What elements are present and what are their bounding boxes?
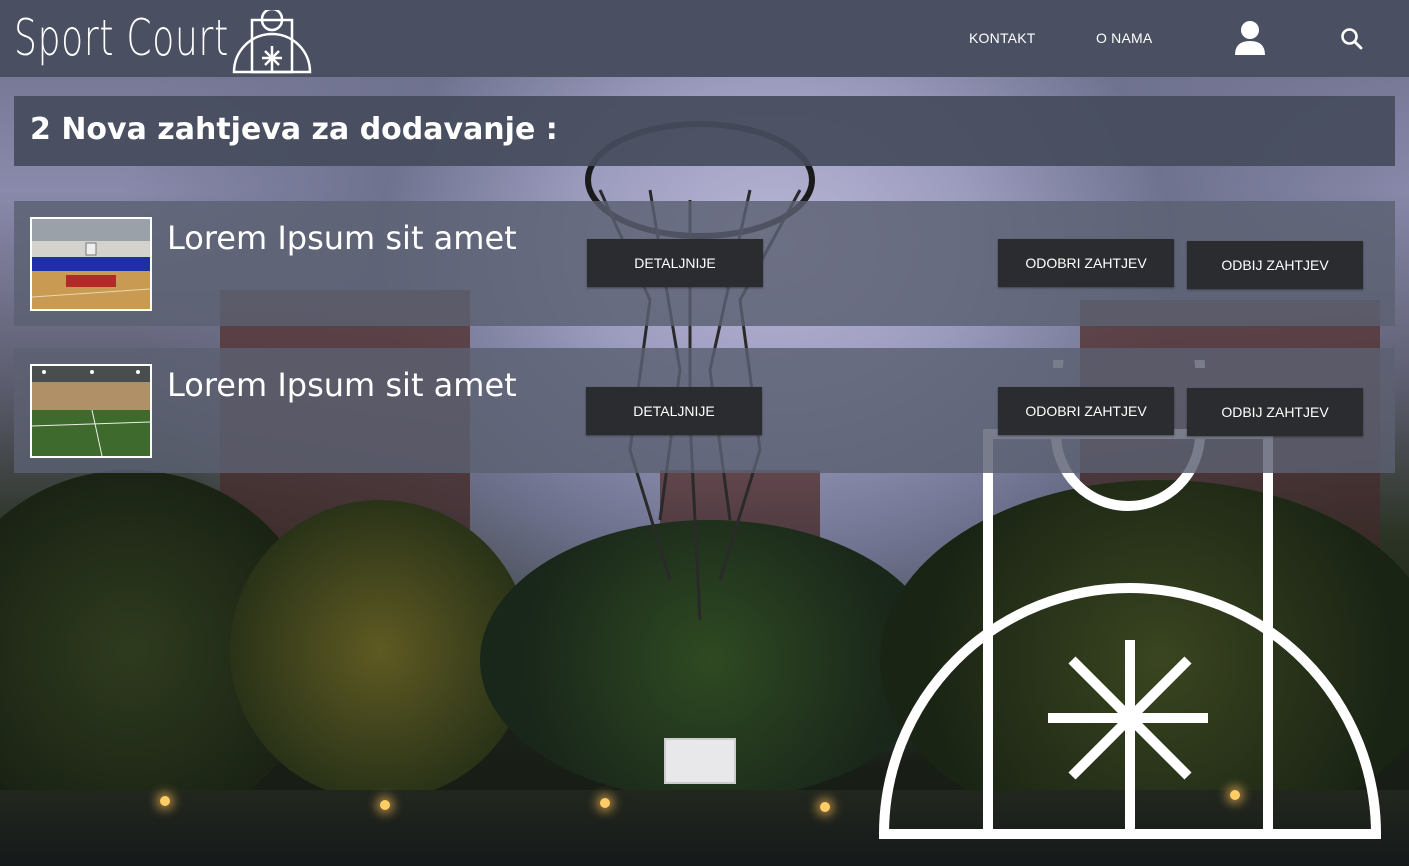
background-light (380, 800, 390, 810)
details-button[interactable]: DETALJNIJE (586, 387, 762, 435)
user-icon[interactable] (1234, 20, 1266, 56)
background-light (160, 796, 170, 806)
approve-request-button[interactable]: ODOBRI ZAHTJEV (998, 387, 1174, 435)
football-field-image (32, 366, 150, 456)
request-card: Lorem Ipsum sit amet DETALJNIJE ODOBRI Z… (14, 348, 1395, 473)
top-navbar: Sport Court KONTAKT O NAMA (0, 0, 1409, 77)
nav-link-o-nama[interactable]: O NAMA (1096, 30, 1152, 46)
reject-request-button[interactable]: ODBIJ ZAHTJEV (1187, 241, 1363, 289)
details-button[interactable]: DETALJNIJE (587, 239, 763, 287)
basketball-court-image (32, 219, 150, 309)
nav-link-kontakt[interactable]: KONTAKT (969, 30, 1035, 46)
approve-request-button[interactable]: ODOBRI ZAHTJEV (998, 239, 1174, 287)
reject-request-button[interactable]: ODBIJ ZAHTJEV (1187, 388, 1363, 436)
request-title: Lorem Ipsum sit amet (167, 366, 517, 404)
request-thumbnail (30, 217, 152, 311)
page-title: 2 Nova zahtjeva za dodavanje : (30, 112, 558, 147)
brand-name: Sport Court (14, 9, 229, 67)
background-backboard (664, 738, 736, 784)
brand-logo[interactable]: Sport Court (14, 6, 314, 74)
request-thumbnail (30, 364, 152, 458)
request-card: Lorem Ipsum sit amet DETALJNIJE ODOBRI Z… (14, 201, 1395, 326)
background-light (820, 802, 830, 812)
request-title: Lorem Ipsum sit amet (167, 219, 517, 257)
background-light (600, 798, 610, 808)
court-logo-icon (232, 10, 312, 74)
search-icon[interactable] (1340, 27, 1364, 51)
requests-heading-bar: 2 Nova zahtjeva za dodavanje : (14, 96, 1395, 166)
